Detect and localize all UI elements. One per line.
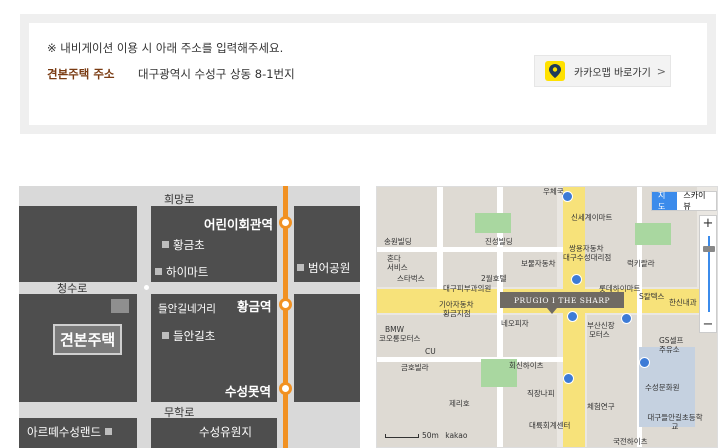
- map-type-toggle[interactable]: 지도 스카이뷰: [651, 191, 717, 211]
- park-area: [475, 213, 511, 233]
- zoom-in-button[interactable]: +: [700, 216, 716, 231]
- poi-label[interactable]: 보물자동차: [521, 259, 556, 268]
- location-marker-banner[interactable]: PRUGIO I THE SHARP: [500, 292, 624, 308]
- landmark-label: 황금초: [162, 237, 205, 253]
- poi-label[interactable]: 쌍용자동차: [569, 244, 604, 253]
- schematic-map: 희망로 청수로 무학로 어린이회관역 황금역 수성못역 황금초 하이마트 범어공…: [19, 186, 360, 448]
- poi-label[interactable]: 금호빌라: [401, 363, 429, 372]
- poi-label[interactable]: 한신내과: [669, 298, 697, 307]
- location-pin-icon: [547, 308, 557, 314]
- kakao-map[interactable]: 우체국 신세계이마트 송원빌딩 진성빌딩 쌍용자동차 대구수성대리점 혼다 서비…: [376, 186, 718, 448]
- kakaomap-link-button[interactable]: 카카오맵 바로가기 >: [534, 55, 671, 87]
- bus-stop-icon[interactable]: [639, 357, 650, 368]
- poi-label[interactable]: 국전하이츠: [613, 437, 648, 446]
- map-scale: 50m kakao: [385, 431, 467, 440]
- model-house-label: 견본주택: [53, 324, 123, 355]
- kakaomap-pin-icon: [545, 61, 565, 81]
- poi-label[interactable]: 대구수성대리점: [563, 253, 611, 262]
- poi-label[interactable]: 대륙회계센터: [529, 421, 570, 430]
- station-marker: [279, 382, 292, 395]
- station-marker: [279, 216, 292, 229]
- poi-label[interactable]: 럭키랄라: [627, 259, 655, 268]
- bus-stop-icon[interactable]: [563, 373, 574, 384]
- poi-label[interactable]: 직장나피: [527, 389, 555, 398]
- landmark-label: 수성유원지: [199, 425, 252, 439]
- side-road: [437, 187, 443, 289]
- poi-label[interactable]: 대구들안길초등학교: [645, 413, 705, 431]
- poi-label[interactable]: 혼다: [387, 254, 401, 263]
- poi-label[interactable]: S칼텍스: [639, 292, 664, 301]
- poi-label[interactable]: 기아자동차: [439, 300, 474, 309]
- road-label-bottom: 무학로: [164, 406, 195, 419]
- map-block: [19, 206, 137, 282]
- address-label: 견본주택 주소: [47, 67, 115, 81]
- poi-label[interactable]: 2월호텔: [481, 274, 506, 283]
- map-type-skyview[interactable]: 스카이뷰: [677, 191, 716, 211]
- poi-label[interactable]: 신세계이마트: [571, 213, 612, 222]
- poi-label[interactable]: 부산신장: [587, 321, 615, 330]
- poi-label[interactable]: 대구피부과의원: [443, 284, 491, 293]
- park-area: [635, 223, 671, 245]
- poi-label[interactable]: 진성빌딩: [485, 237, 513, 246]
- poi-label[interactable]: 체험연구: [587, 402, 615, 411]
- road-label-left: 청수로: [57, 282, 88, 295]
- scale-label: 50m: [422, 431, 439, 440]
- map-type-map[interactable]: 지도: [652, 191, 678, 211]
- poi-label[interactable]: 황금지점: [443, 309, 471, 318]
- poi-label[interactable]: 모터스: [589, 330, 610, 339]
- poi-label[interactable]: 주유소: [659, 345, 680, 354]
- station-label: 어린이회관역: [204, 217, 274, 232]
- chevron-right-icon: >: [656, 64, 666, 78]
- bus-stop-icon[interactable]: [571, 274, 582, 285]
- map-block: [294, 294, 360, 402]
- poi-label[interactable]: 제리호: [449, 399, 470, 408]
- poi-label[interactable]: 코오롱모터스: [379, 334, 420, 343]
- poi-label[interactable]: CU: [425, 347, 436, 356]
- bus-stop-icon[interactable]: [562, 191, 573, 202]
- poi-label[interactable]: 송원빌딩: [384, 237, 412, 246]
- page: ※ 내비게이션 이용 시 아래 주소를 입력해주세요. 견본주택 주소 대구광역…: [0, 0, 720, 448]
- landmark-label: 하이마트: [155, 264, 208, 280]
- scale-bar: [385, 434, 419, 438]
- kakao-logo: kakao: [445, 431, 468, 440]
- navigation-notice: ※ 내비게이션 이용 시 아래 주소를 입력해주세요.: [47, 41, 284, 55]
- poi-label[interactable]: 서비스: [387, 263, 408, 272]
- poi-label[interactable]: 수성문화원: [645, 383, 680, 392]
- poi-label[interactable]: 네오피자: [501, 319, 529, 328]
- landmark-label: 범어공원: [297, 260, 350, 276]
- station-label: 황금역: [237, 299, 272, 314]
- landmark-label: 들안길초: [162, 328, 215, 344]
- zoom-slider-handle[interactable]: [703, 246, 715, 252]
- model-house-marker: [111, 299, 129, 313]
- poi-label[interactable]: GS셀프: [659, 336, 683, 345]
- intersection-dot: [144, 285, 149, 290]
- bus-stop-icon[interactable]: [567, 311, 578, 322]
- kakaomap-link-label: 카카오맵 바로가기: [574, 67, 651, 79]
- poi-label[interactable]: BMW: [385, 325, 404, 334]
- address-value: 대구광역시 수성구 상동 8-1번지: [138, 67, 295, 81]
- poi-label[interactable]: 스타벅스: [397, 274, 425, 283]
- road-label-top: 희망로: [164, 193, 195, 206]
- landmark-label: 아르떼수성랜드: [27, 424, 116, 440]
- zoom-control[interactable]: + −: [699, 215, 717, 333]
- poi-label[interactable]: 우체국: [543, 187, 564, 196]
- bus-stop-icon[interactable]: [621, 313, 632, 324]
- poi-label[interactable]: 회신하이츠: [509, 361, 544, 370]
- zoom-out-button[interactable]: −: [700, 317, 716, 332]
- station-marker: [279, 298, 292, 311]
- side-road: [377, 247, 563, 252]
- station-label: 수성못역: [225, 384, 272, 399]
- landmark-label: 들안길네거리: [158, 303, 216, 315]
